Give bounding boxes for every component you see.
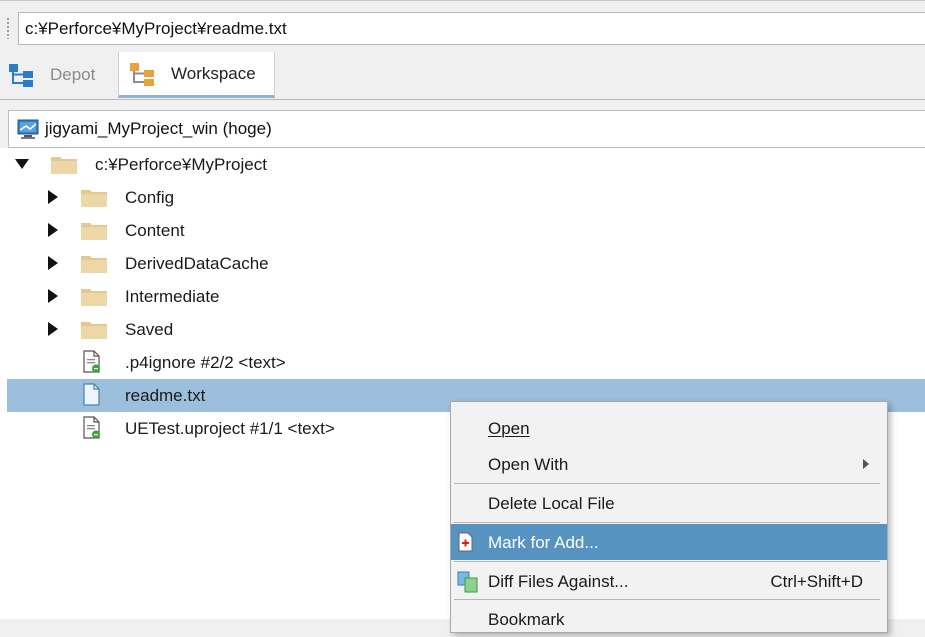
expand-arrow-icon[interactable] [48,223,58,237]
expand-arrow-icon[interactable] [48,190,58,204]
depot-file-icon [83,416,100,439]
menu-item-open-with-label: Open With [488,455,569,474]
expand-arrow-icon[interactable] [48,322,58,336]
folder-icon [81,322,107,339]
tree-item-deriveddatacache[interactable]: DerivedDataCache [0,247,925,280]
tree-root-label: c:¥Perforce¥MyProject [95,155,267,174]
menu-item-mark-for-add[interactable]: Mark for Add... [451,524,887,560]
tab-depot[interactable]: Depot [0,52,118,98]
tree-root-row[interactable]: c:¥Perforce¥MyProject [0,148,925,181]
menu-separator [454,561,880,562]
folder-icon [81,256,107,273]
tree-item-label: Intermediate [125,287,220,306]
menu-item-diff-files-against[interactable]: Diff Files Against... Ctrl+Shift+D [451,563,887,599]
tree-item-p4ignore[interactable]: .p4ignore #2/2 <text> [0,346,925,379]
tree-item-label: UETest.uproject #1/1 <text> [125,419,335,438]
menu-item-delete-local-file[interactable]: Delete Local File [451,485,887,521]
path-toolbar: c:¥Perforce¥MyProject¥readme.txt [0,0,925,53]
tree-item-label: Config [125,188,175,207]
workspace-selector[interactable]: jigyami_MyProject_win (hoge) [8,110,925,148]
folder-icon [81,223,107,240]
depot-tree-icon [9,64,33,87]
menu-item-mark-for-add-label: Mark for Add... [488,533,599,552]
menu-item-bookmark[interactable]: Bookmark [451,601,887,637]
tab-bar: Depot Workspace [0,52,925,100]
context-menu: Open Open With Delete Local File Mark fo… [450,401,888,633]
tab-depot-label: Depot [50,65,96,84]
tree-item-label: Saved [125,320,174,339]
folder-icon [51,157,77,174]
toolbar-grip-handle[interactable] [6,17,10,39]
tree-item-label: readme.txt [125,386,206,405]
mark-for-add-icon [458,532,473,552]
tree-item-intermediate[interactable]: Intermediate [0,280,925,313]
menu-separator [454,483,880,484]
tree-item-label: DerivedDataCache [125,254,269,273]
tree-item-saved[interactable]: Saved [0,313,925,346]
tab-workspace-label: Workspace [171,63,256,83]
menu-item-delete-local-file-label: Delete Local File [488,494,615,513]
folder-icon [81,289,107,306]
tree-item-content[interactable]: Content [0,214,925,247]
menu-item-open-with[interactable]: Open With [451,446,887,482]
collapse-arrow-icon[interactable] [15,159,29,169]
workspace-tree-icon [130,62,154,86]
menu-separator [454,522,880,523]
menu-item-diff-shortcut: Ctrl+Shift+D [770,572,863,591]
menu-item-open-label: Open [488,419,530,438]
menu-item-bookmark-label: Bookmark [488,610,565,629]
tab-workspace[interactable]: Workspace [118,52,275,98]
local-file-icon [83,383,100,406]
depot-file-icon [83,350,100,373]
tree-item-config[interactable]: Config [0,181,925,214]
workspace-computer-icon [17,119,39,139]
menu-item-diff-files-against-label: Diff Files Against... [488,572,629,591]
expand-arrow-icon[interactable] [48,289,58,303]
submenu-arrow-icon [863,459,869,469]
diff-icon [457,571,478,593]
path-input[interactable]: c:¥Perforce¥MyProject¥readme.txt [18,12,925,45]
menu-separator [454,599,880,600]
tree-item-label: Content [125,221,185,240]
folder-icon [81,190,107,207]
tree-item-label: .p4ignore #2/2 <text> [125,353,286,372]
menu-item-open[interactable]: Open [451,410,887,446]
expand-arrow-icon[interactable] [48,256,58,270]
workspace-name: jigyami_MyProject_win (hoge) [45,119,272,138]
